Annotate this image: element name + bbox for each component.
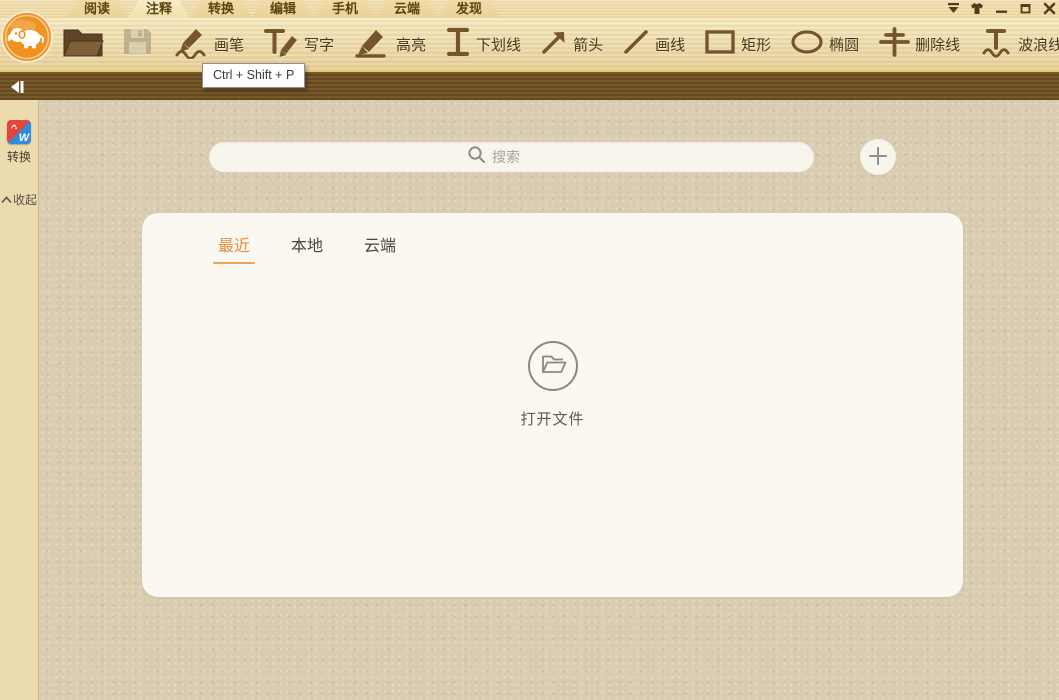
chevron-up-icon [1,193,12,207]
menu-tab-mobile[interactable]: 手机 [314,0,376,18]
left-sidebar: W 转换 收起 [0,100,39,700]
folder-icon [62,25,104,63]
pin-dropdown-icon[interactable] [946,1,960,15]
add-document-button[interactable] [860,139,896,175]
menu-tab-edit[interactable]: 编辑 [252,0,314,18]
save-icon [123,28,152,60]
plus-icon [868,146,888,169]
annotation-toolbar: 画笔 写字 高亮 下划线 [0,18,1059,70]
skin-shirt-icon[interactable] [970,1,984,15]
underline-tool[interactable]: 下划线 [445,25,521,64]
search-icon [467,145,486,169]
library-card: 最近 本地 云端 打开文件 [142,213,963,597]
save-button[interactable] [123,28,152,60]
strikethrough-icon [878,26,910,63]
open-folder-icon [538,352,566,381]
draw-line-tool[interactable]: 画线 [622,28,685,61]
close-icon[interactable] [1042,1,1056,15]
open-file-button[interactable] [62,25,104,63]
sidebar-item-convert[interactable]: W 转换 [6,120,32,165]
wavy-line-icon [979,26,1013,63]
arrow-icon [540,28,568,61]
reading-strip-bar [0,70,1059,100]
menu-tab-convert[interactable]: 转换 [190,0,252,18]
collapse-panel-icon[interactable] [9,79,26,100]
app-logo[interactable] [1,11,53,63]
sidebar-collapse-button[interactable]: 收起 [0,191,38,208]
collapse-label: 收起 [13,191,37,208]
rectangle-label: 矩形 [741,34,771,55]
convert-label: 转换 [6,148,32,165]
menu-tabs: 阅读 注释 转换 编辑 手机 云端 发现 [66,0,500,18]
highlight-label: 高亮 [396,34,426,55]
menu-tab-discover[interactable]: 发现 [438,0,500,18]
tab-local[interactable]: 本地 [291,232,323,264]
wavy-line-tool[interactable]: 波浪线 [979,26,1059,63]
open-folder-circle[interactable] [527,341,577,391]
tab-recent[interactable]: 最近 [218,232,250,264]
ellipse-tool[interactable]: 椭圆 [790,29,859,60]
menu-tab-annotate[interactable]: 注释 [128,0,190,18]
line-icon [622,28,650,61]
search-bar[interactable] [209,142,814,172]
write-label: 写字 [304,34,334,55]
brush-tool[interactable]: 画笔 [171,25,244,64]
ellipse-label: 椭圆 [829,34,859,55]
arrow-tool[interactable]: 箭头 [540,28,603,61]
strikethrough-tool[interactable]: 删除线 [878,26,960,63]
brush-icon [171,25,209,64]
menu-tab-read[interactable]: 阅读 [66,0,128,18]
open-file-action[interactable]: 打开文件 [520,341,584,429]
underline-icon [445,25,471,64]
tab-cloud[interactable]: 云端 [364,232,396,264]
highlighter-icon [353,25,391,64]
menu-bar: 阅读 注释 转换 编辑 手机 云端 发现 [0,0,1059,18]
wavy-line-label: 波浪线 [1018,34,1059,55]
write-tool[interactable]: 写字 [263,25,334,64]
brush-label: 画笔 [214,34,244,55]
menu-tab-cloud[interactable]: 云端 [376,0,438,18]
minimize-icon[interactable] [994,1,1008,15]
library-main-area: 最近 本地 云端 打开文件 [39,100,1059,700]
highlight-tool[interactable]: 高亮 [353,25,426,64]
pdf-to-word-icon: W [7,120,31,144]
ellipse-icon [790,29,824,60]
search-input[interactable] [492,149,556,165]
word-letter: W [19,132,31,144]
open-file-label: 打开文件 [520,408,584,429]
arrow-label: 箭头 [573,34,603,55]
shortcut-tooltip: Ctrl + Shift + P [202,63,305,88]
rectangle-tool[interactable]: 矩形 [704,28,771,61]
rectangle-icon [704,28,736,61]
window-controls [946,1,1056,15]
draw-line-label: 画线 [655,34,685,55]
write-icon [263,25,299,64]
maximize-icon[interactable] [1018,1,1032,15]
library-tabs: 最近 本地 云端 [218,232,396,264]
underline-label: 下划线 [476,34,521,55]
strikethrough-label: 删除线 [915,34,960,55]
